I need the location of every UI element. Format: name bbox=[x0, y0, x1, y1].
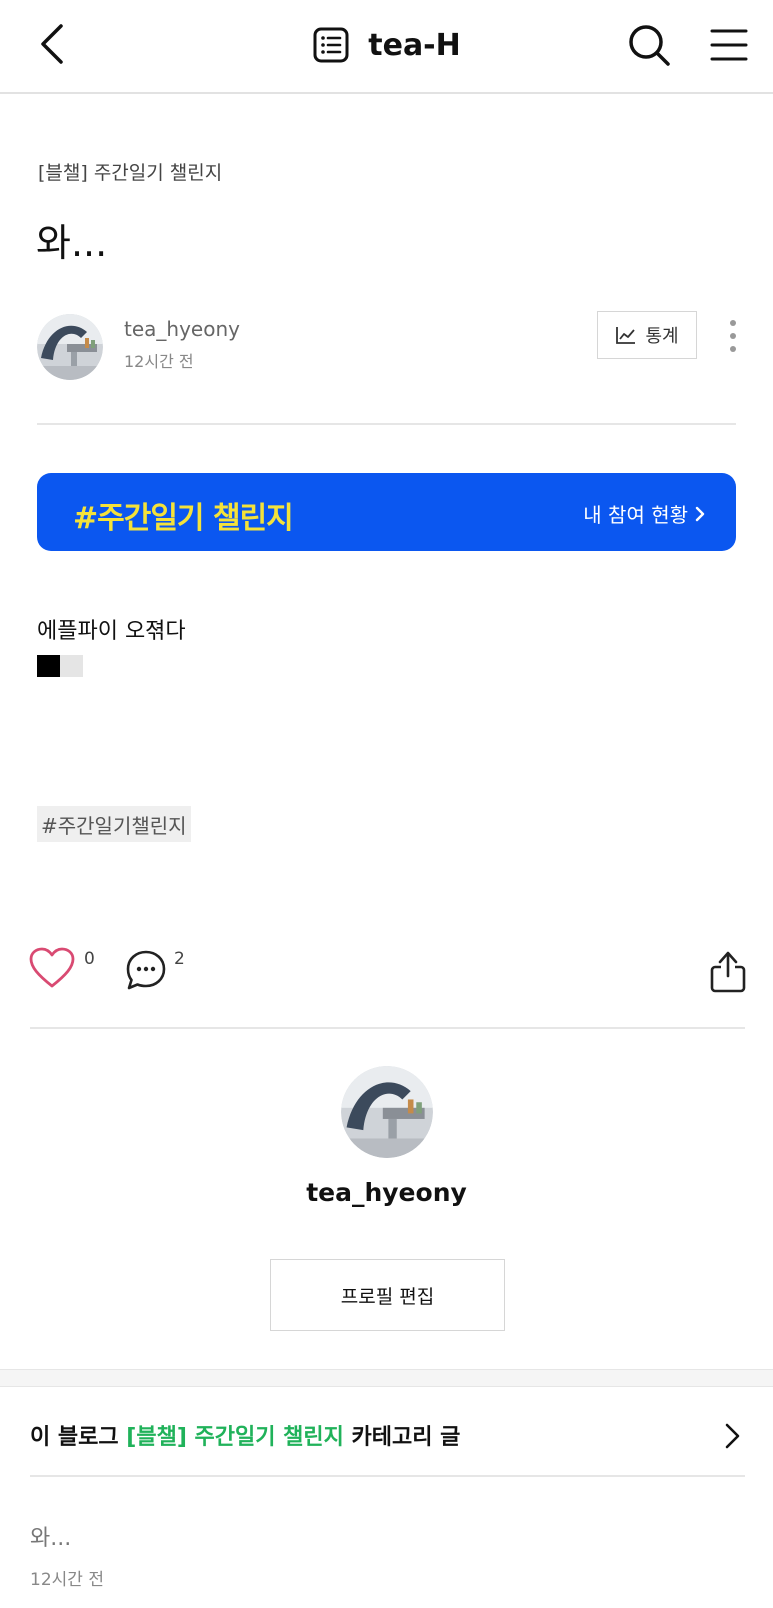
more-dot-icon bbox=[730, 346, 736, 352]
chevron-right-icon bbox=[695, 506, 705, 521]
category-header-text: 이 블로그 [블챌] 주간일기 챌린지 카테고리 글 bbox=[30, 1419, 460, 1451]
challenge-banner[interactable]: #주간일기 챌린지 내 참여 현황 bbox=[37, 473, 736, 551]
stats-chart-icon bbox=[616, 327, 636, 344]
post-list-icon bbox=[313, 27, 349, 63]
divider bbox=[30, 1475, 745, 1477]
post-title: 와... bbox=[36, 221, 108, 265]
banner-tag: #주간일기 챌린지 bbox=[73, 501, 294, 536]
post-time: 12시간 전 bbox=[124, 352, 194, 371]
post-body-text: 에플파이 오젺다 bbox=[37, 619, 186, 644]
profile-avatar[interactable] bbox=[341, 1066, 433, 1158]
author-name[interactable]: tea_hyeony bbox=[124, 317, 240, 341]
hashtag[interactable]: #주간일기챌린지 bbox=[37, 806, 191, 842]
stats-button[interactable]: 통계 bbox=[597, 311, 697, 359]
category-posts-header[interactable]: 이 블로그 [블챌] 주간일기 챌린지 카테고리 글 bbox=[30, 1400, 745, 1470]
section-separator bbox=[0, 1369, 773, 1387]
more-dot-icon bbox=[730, 320, 736, 326]
comment-button[interactable] bbox=[124, 948, 168, 992]
category-suffix: 카테고리 글 bbox=[343, 1425, 461, 1450]
comment-bubble-icon bbox=[126, 950, 166, 990]
share-icon bbox=[710, 951, 746, 993]
thumbnail-dark-half bbox=[37, 655, 60, 677]
thumbnail-light-half bbox=[60, 655, 83, 677]
divider bbox=[30, 1027, 745, 1029]
stats-label: 통계 bbox=[645, 326, 679, 347]
divider bbox=[37, 423, 736, 425]
banner-participation-link[interactable]: 내 참여 현황 bbox=[583, 499, 706, 528]
list-item-time: 12시간 전 bbox=[30, 1570, 104, 1590]
like-button[interactable] bbox=[28, 946, 78, 992]
like-count: 0 bbox=[84, 949, 95, 969]
category-name: [블챌] 주간일기 챌린지 bbox=[126, 1425, 344, 1450]
post-category[interactable]: [블챌] 주간일기 챌린지 bbox=[38, 158, 222, 185]
banner-link-label: 내 참여 현황 bbox=[583, 503, 688, 527]
share-button[interactable] bbox=[709, 950, 749, 996]
blog-title: tea-H bbox=[368, 27, 461, 63]
profile-photo bbox=[37, 314, 103, 380]
category-prefix: 이 블로그 bbox=[30, 1425, 127, 1450]
author-avatar[interactable] bbox=[37, 314, 103, 380]
top-app-bar: tea-H bbox=[0, 0, 773, 94]
menu-button[interactable] bbox=[700, 16, 758, 74]
more-dot-icon bbox=[730, 333, 736, 339]
list-item-title[interactable]: 와... bbox=[30, 1520, 71, 1552]
comment-count: 2 bbox=[174, 949, 185, 969]
profile-photo bbox=[341, 1066, 433, 1158]
heart-icon bbox=[29, 947, 75, 988]
search-button[interactable] bbox=[620, 16, 678, 74]
more-options-button[interactable] bbox=[718, 314, 748, 358]
search-icon bbox=[629, 25, 670, 66]
post-image-thumbnail[interactable] bbox=[37, 655, 83, 677]
chevron-right-icon bbox=[725, 1423, 740, 1449]
hamburger-menu-icon bbox=[710, 29, 748, 61]
profile-name[interactable]: tea_hyeony bbox=[0, 1178, 773, 1207]
edit-profile-button[interactable]: 프로필 편집 bbox=[270, 1259, 505, 1331]
